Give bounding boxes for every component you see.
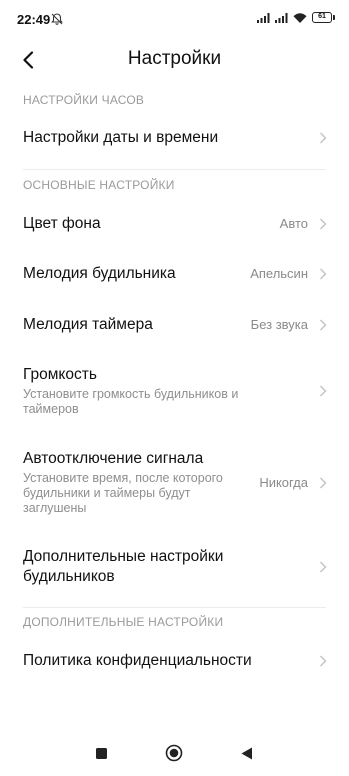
- row-subtitle: заглушены: [23, 501, 87, 515]
- chevron-right-icon: [320, 655, 327, 667]
- row-background-color[interactable]: Цвет фона Авто: [0, 202, 349, 246]
- section-header-basic: ОСНОВНЫЕ НАСТРОЙКИ: [23, 178, 175, 192]
- row-extra-alarm-settings[interactable]: Дополнительные настройки будильников: [0, 540, 349, 596]
- row-title: Мелодия будильника: [23, 265, 176, 282]
- row-privacy-policy[interactable]: Политика конфиденциальности: [0, 639, 349, 683]
- row-title: Мелодия таймера: [23, 316, 153, 333]
- chevron-right-icon: [320, 218, 327, 230]
- wifi-icon: [293, 12, 307, 23]
- section-header-additional: ДОПОЛНИТЕЛЬНЫЕ НАСТРОЙКИ: [23, 615, 224, 629]
- row-auto-off[interactable]: Автоотключение сигнала Установите время,…: [0, 441, 349, 523]
- system-back-button[interactable]: [236, 742, 258, 764]
- row-title: Автоотключение сигнала: [23, 450, 204, 467]
- row-title: Громкость: [23, 366, 97, 383]
- chevron-right-icon: [320, 268, 327, 280]
- battery-icon: 61: [312, 12, 335, 23]
- divider: [23, 169, 326, 170]
- row-alarm-melody[interactable]: Мелодия будильника Апельсин: [0, 252, 349, 296]
- row-title: Политика конфиденциальности: [23, 652, 252, 669]
- row-title: Настройки даты и времени: [23, 129, 219, 146]
- home-circle-icon: [165, 744, 183, 762]
- mute-bell-icon: [51, 13, 63, 25]
- status-time: 22:49: [17, 12, 51, 27]
- row-title: Цвет фона: [23, 215, 101, 232]
- signal-icon: [275, 12, 288, 23]
- app-header: Настройки: [0, 40, 349, 80]
- chevron-right-icon: [320, 477, 327, 489]
- chevron-right-icon: [320, 132, 327, 144]
- row-volume[interactable]: Громкость Установите громкость будильник…: [0, 357, 349, 423]
- back-triangle-icon: [241, 747, 252, 759]
- chevron-right-icon: [320, 319, 327, 331]
- row-subtitle: таймеров: [23, 402, 79, 416]
- row-subtitle: Установите громкость будильников и: [23, 387, 239, 401]
- system-nav-bar: [0, 730, 349, 776]
- home-button[interactable]: [163, 742, 185, 764]
- row-subtitle: будильники и таймеры будут: [23, 486, 191, 500]
- row-title: Дополнительные настройки: [23, 548, 224, 565]
- row-value: Авто: [279, 216, 308, 231]
- row-title: будильников: [23, 568, 115, 585]
- chevron-right-icon: [320, 385, 327, 397]
- section-header-clock: НАСТРОЙКИ ЧАСОВ: [23, 93, 145, 107]
- page-title: Настройки: [127, 48, 222, 69]
- row-value: Апельсин: [250, 266, 308, 281]
- recents-square-icon: [95, 747, 107, 759]
- chevron-right-icon: [320, 561, 327, 573]
- row-value: Без звука: [250, 317, 308, 332]
- signal-icon: [257, 12, 270, 23]
- divider: [23, 607, 326, 608]
- row-date-time[interactable]: Настройки даты и времени: [0, 117, 349, 159]
- battery-level: 61: [312, 12, 332, 23]
- row-value: Никогда: [259, 475, 308, 490]
- row-subtitle: Установите время, после которого: [23, 471, 223, 485]
- row-timer-melody[interactable]: Мелодия таймера Без звука: [0, 303, 349, 347]
- status-bar: 22:49 61: [0, 0, 349, 40]
- recents-button[interactable]: [90, 742, 112, 764]
- status-icons: 61: [257, 12, 335, 23]
